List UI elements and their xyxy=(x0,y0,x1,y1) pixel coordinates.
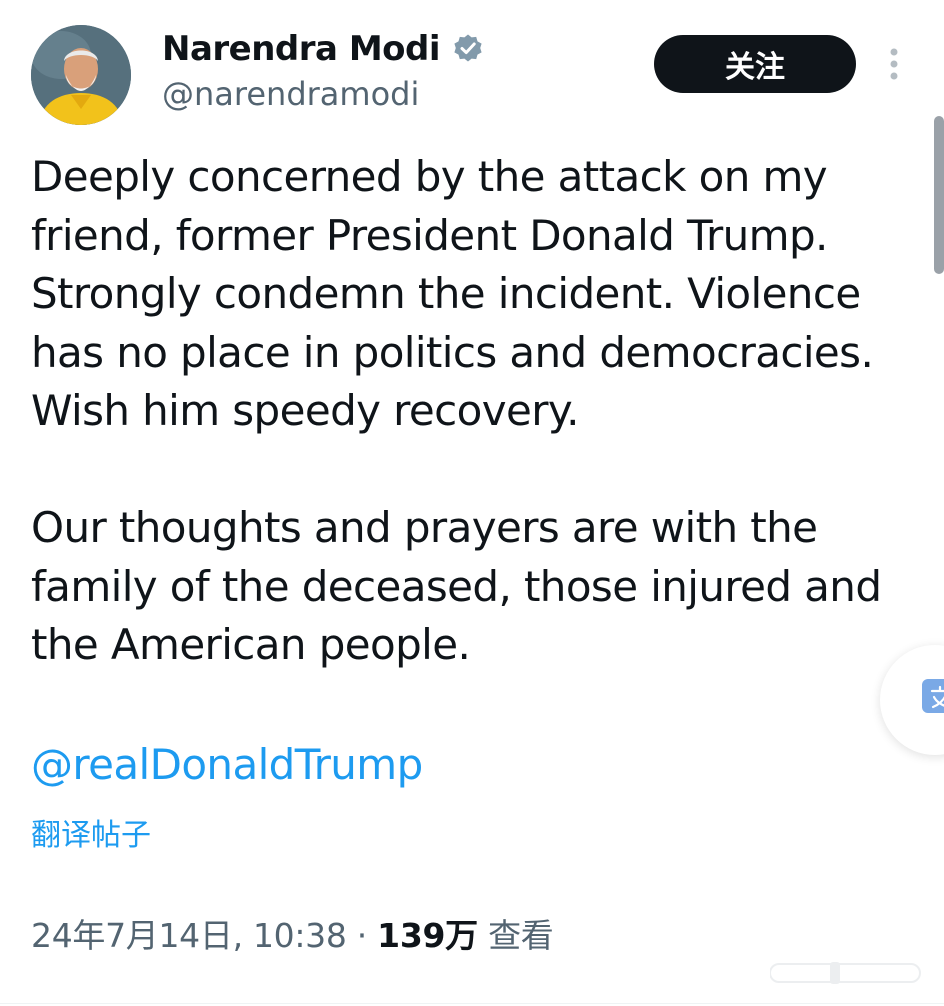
mention-link[interactable]: @realDonaldTrump xyxy=(31,736,423,794)
timestamp[interactable]: 24年7月14日, 10:38 xyxy=(31,916,347,955)
tweet-line: Our thoughts and prayers are with the xyxy=(31,503,818,552)
follow-button[interactable]: 关注 xyxy=(654,35,856,93)
tweet-text: Deeply concerned by the attack on my fri… xyxy=(31,148,911,675)
bottom-divider xyxy=(0,1003,944,1004)
tweet-meta: 24年7月14日, 10:38 · 139万 查看 xyxy=(31,914,554,958)
views-count: 139万 xyxy=(377,916,478,955)
tweet-line: the American people. xyxy=(31,620,471,669)
tweet-line: Strongly condemn the incident. Violence xyxy=(31,269,861,318)
translate-icon xyxy=(922,679,944,713)
tweet-line: has no place in politics and democracies… xyxy=(31,327,874,377)
views-label: 查看 xyxy=(488,916,554,955)
tweet-line: Deeply concerned by the attack on my xyxy=(31,152,828,201)
tweet-line: Wish him speedy recovery. xyxy=(31,386,580,435)
scrollbar-thumb[interactable] xyxy=(934,116,944,274)
avatar[interactable] xyxy=(31,25,131,125)
avatar-image xyxy=(31,25,131,125)
translate-post-link[interactable]: 翻译帖子 xyxy=(31,816,151,856)
author-name[interactable]: Narendra Modi xyxy=(162,27,441,71)
meta-separator: · xyxy=(356,916,368,955)
verified-badge-icon xyxy=(454,34,482,62)
author-handle[interactable]: @narendramodi xyxy=(162,74,419,114)
tweet-line: family of the deceased, those injured an… xyxy=(31,561,882,611)
tweet-line: friend, former President Donald Trump. xyxy=(31,210,828,260)
watermark-logo xyxy=(770,962,921,984)
author-name-row[interactable]: Narendra Modi xyxy=(162,27,484,71)
more-vertical-icon[interactable] xyxy=(884,44,904,84)
